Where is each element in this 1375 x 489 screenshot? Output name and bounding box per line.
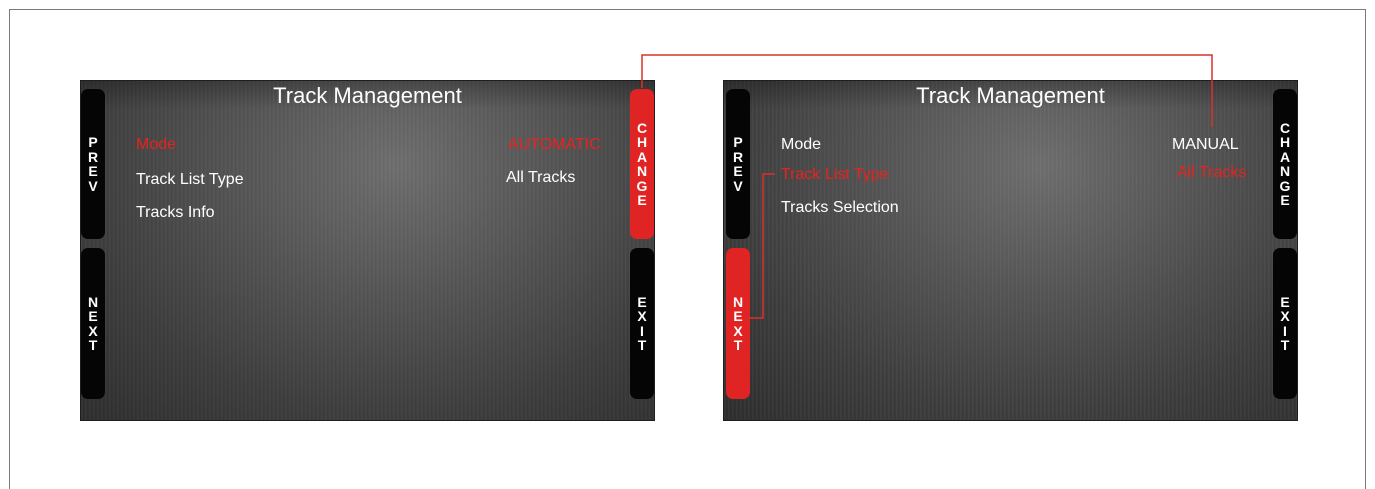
exit-button-label: EXIT bbox=[637, 293, 647, 353]
row-label-track-list-type[interactable]: Track List Type bbox=[136, 171, 244, 189]
row-label-tracks-selection[interactable]: Tracks Selection bbox=[781, 199, 899, 217]
row-label-mode[interactable]: Mode bbox=[136, 136, 176, 154]
left-screen: Track Management PREV NEXT CHANGE EXIT M… bbox=[80, 80, 655, 421]
row-value-track-list-type: All Tracks bbox=[506, 169, 576, 186]
prev-button[interactable]: PREV bbox=[81, 89, 105, 239]
change-button[interactable]: CHANGE bbox=[630, 89, 654, 239]
change-button[interactable]: CHANGE bbox=[1273, 89, 1297, 239]
next-button-label: NEXT bbox=[732, 293, 744, 353]
row-value-mode: MANUAL bbox=[1172, 136, 1239, 153]
row-label-tracks-info[interactable]: Tracks Info bbox=[136, 204, 215, 222]
next-button[interactable]: NEXT bbox=[726, 248, 750, 399]
change-button-label: CHANGE bbox=[1279, 119, 1291, 208]
row-value-track-list-type: All Tracks bbox=[1177, 164, 1247, 181]
row-label-track-list-type[interactable]: Track List Type bbox=[781, 166, 889, 184]
exit-button[interactable]: EXIT bbox=[1273, 248, 1297, 399]
next-button[interactable]: NEXT bbox=[81, 248, 105, 399]
row-value-mode: AUTOMATIC bbox=[508, 136, 601, 153]
prev-button[interactable]: PREV bbox=[726, 89, 750, 239]
exit-button-label: EXIT bbox=[1280, 293, 1290, 353]
next-button-label: NEXT bbox=[87, 293, 99, 353]
right-screen: Track Management PREV NEXT CHANGE EXIT M… bbox=[723, 80, 1298, 421]
screen-title: Track Management bbox=[273, 83, 462, 108]
change-button-label: CHANGE bbox=[636, 119, 648, 208]
row-label-mode[interactable]: Mode bbox=[781, 136, 821, 154]
prev-button-label: PREV bbox=[732, 134, 744, 194]
prev-button-label: PREV bbox=[87, 134, 99, 194]
exit-button[interactable]: EXIT bbox=[630, 248, 654, 399]
screen-title: Track Management bbox=[916, 83, 1105, 108]
